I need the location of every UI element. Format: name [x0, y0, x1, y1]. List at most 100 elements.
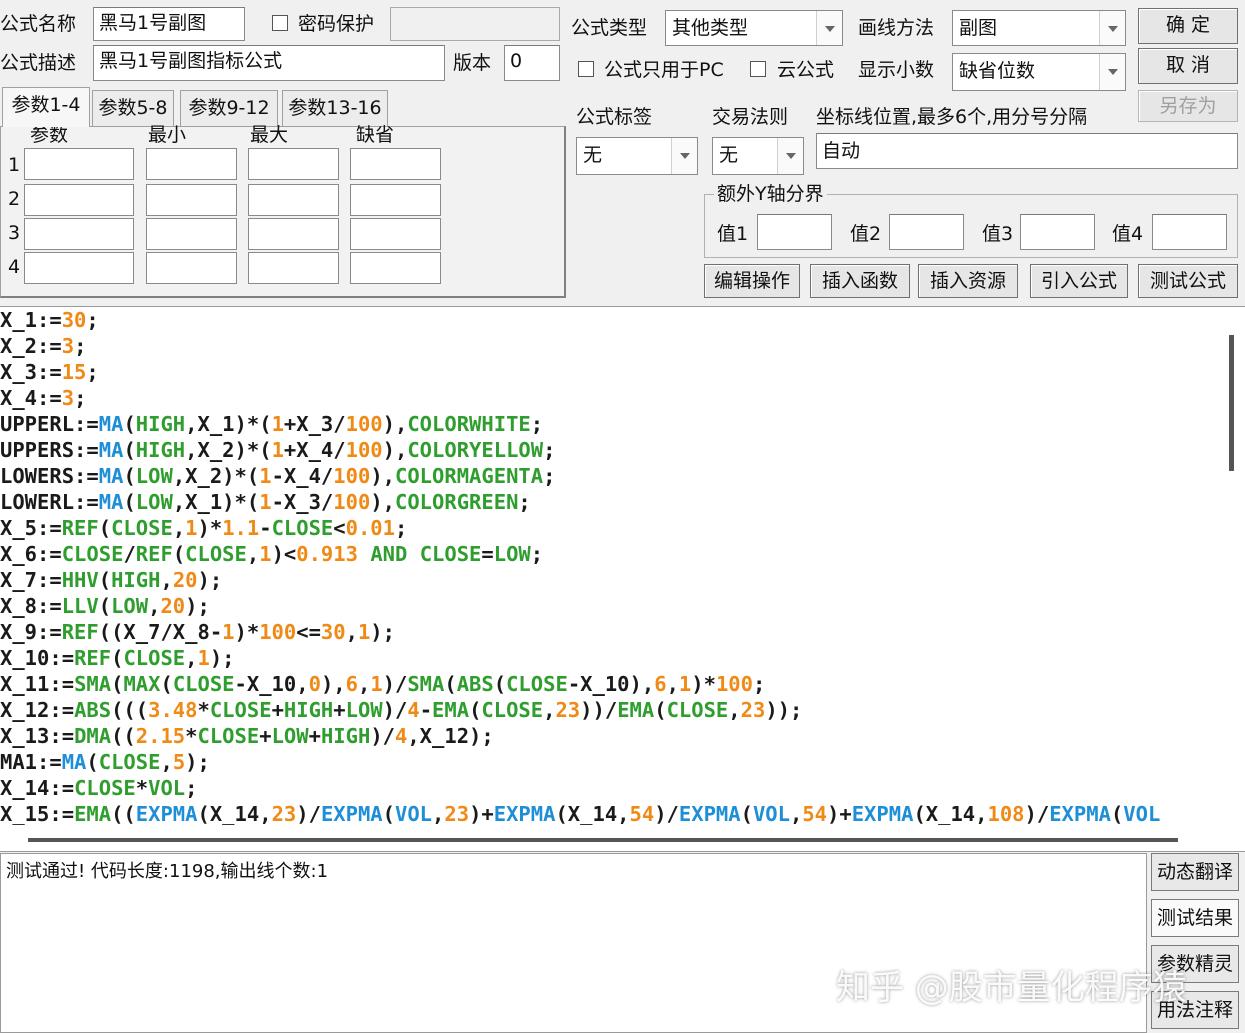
- cloud-label: 云公式: [777, 59, 835, 81]
- formula-desc-input[interactable]: 黑马1号副图指标公式: [93, 45, 445, 81]
- tab-params-13-16[interactable]: 参数13-16: [282, 90, 388, 126]
- draw-method-select[interactable]: 副图: [952, 10, 1126, 46]
- y-value-1-input[interactable]: [757, 214, 832, 250]
- param-header-default: 缺省: [356, 124, 395, 146]
- y-value-2-input[interactable]: [889, 214, 964, 250]
- y-value-4-label: 值4: [1112, 223, 1144, 245]
- code-line: X_7:=HHV(HIGH,20);: [0, 568, 223, 592]
- formula-type-select[interactable]: 其他类型: [665, 10, 843, 46]
- y-value-1-label: 值1: [717, 223, 749, 245]
- param-row-label: 4: [8, 256, 21, 278]
- extra-y-axis-label: 额外Y轴分界: [714, 181, 827, 207]
- cloud-checkbox[interactable]: [750, 61, 766, 77]
- usage-notes-button[interactable]: 用法注释: [1151, 991, 1239, 1029]
- y-value-3-label: 值3: [982, 223, 1014, 245]
- code-line: X_2:=3;: [0, 334, 87, 358]
- cancel-button[interactable]: 取 消: [1138, 48, 1238, 84]
- vertical-scrollbar[interactable]: [1219, 307, 1245, 827]
- tab-params-9-12[interactable]: 参数9-12: [180, 90, 278, 126]
- param-1-min-input[interactable]: [146, 148, 237, 180]
- code-line: LOWERS:=MA(LOW,X_2)*(1-X_4/100),COLORMAG…: [0, 464, 556, 488]
- param-1-name-input[interactable]: [24, 148, 134, 180]
- version-label: 版本: [453, 52, 492, 74]
- param-header-max: 最大: [250, 124, 289, 146]
- y-value-3-input[interactable]: [1020, 214, 1095, 250]
- draw-method-label: 画线方法: [858, 17, 935, 39]
- code-line: X_3:=15;: [0, 360, 99, 384]
- param-row-label: 1: [8, 154, 21, 176]
- horizontal-scrollbar[interactable]: [0, 825, 1219, 851]
- formula-tag-select[interactable]: 无: [576, 137, 698, 175]
- insert-resource-button[interactable]: 插入资源: [918, 264, 1018, 298]
- test-formula-button[interactable]: 测试公式: [1138, 264, 1238, 298]
- chevron-down-icon: [671, 138, 697, 174]
- param-3-max-input[interactable]: [248, 218, 339, 250]
- code-line: X_1:=30;: [0, 308, 99, 332]
- code-line: MA1:=MA(CLOSE,5);: [0, 750, 210, 774]
- draw-method-value: 副图: [959, 17, 998, 39]
- edit-operation-button[interactable]: 编辑操作: [704, 264, 800, 298]
- code-line: X_12:=ABS(((3.48*CLOSE+HIGH+LOW)/4-EMA(C…: [0, 698, 803, 722]
- code-line: X_5:=REF(CLOSE,1)*1.1-CLOSE<0.01;: [0, 516, 408, 540]
- param-2-min-input[interactable]: [146, 184, 237, 216]
- param-3-default-input[interactable]: [350, 218, 441, 250]
- axis-lines-label: 坐标线位置,最多6个,用分号分隔: [816, 106, 1088, 128]
- code-line: X_9:=REF((X_7/X_8-1)*100<=30,1);: [0, 620, 395, 644]
- password-input[interactable]: [390, 7, 560, 41]
- code-line: X_10:=REF(CLOSE,1);: [0, 646, 235, 670]
- formula-type-label: 公式类型: [571, 17, 648, 39]
- param-3-min-input[interactable]: [146, 218, 237, 250]
- param-4-max-input[interactable]: [248, 252, 339, 284]
- param-header-min: 最小: [148, 124, 187, 146]
- insert-function-button[interactable]: 插入函数: [810, 264, 910, 298]
- param-4-default-input[interactable]: [350, 252, 441, 284]
- pc-only-checkbox[interactable]: [578, 61, 594, 77]
- code-line: X_11:=SMA(MAX(CLOSE-X_10,0),6,1)/SMA(ABS…: [0, 672, 766, 696]
- code-line: LOWERL:=MA(LOW,X_1)*(1-X_3/100),COLORGRE…: [0, 490, 531, 514]
- tab-params-5-8[interactable]: 参数5-8: [92, 90, 174, 126]
- tab-params-1-4[interactable]: 参数1-4: [2, 87, 90, 127]
- test-result-text: 测试通过! 代码长度:1198,输出线个数:1: [6, 861, 329, 882]
- y-value-4-input[interactable]: [1152, 214, 1227, 250]
- chevron-down-icon: [777, 138, 803, 174]
- param-row-label: 2: [8, 188, 21, 210]
- param-2-name-input[interactable]: [24, 184, 134, 216]
- trade-rule-value: 无: [719, 144, 739, 166]
- dynamic-translate-button[interactable]: 动态翻译: [1151, 853, 1239, 891]
- scroll-thumb[interactable]: [28, 838, 1178, 842]
- scroll-thumb[interactable]: [1229, 335, 1234, 471]
- param-2-max-input[interactable]: [248, 184, 339, 216]
- param-1-default-input[interactable]: [350, 148, 441, 180]
- chevron-down-icon: [816, 11, 842, 45]
- code-line: X_6:=CLOSE/REF(CLOSE,1)<0.913 AND CLOSE=…: [0, 542, 544, 566]
- code-text: X_1:=30; X_2:=3; X_3:=15; X_4:=3; UPPERL:=MA…: [0, 307, 1160, 827]
- formula-desc-label: 公式描述: [0, 52, 77, 74]
- param-row-label: 3: [8, 222, 21, 244]
- y-value-2-label: 值2: [850, 223, 882, 245]
- password-label: 密码保护: [298, 13, 375, 35]
- param-4-min-input[interactable]: [146, 252, 237, 284]
- code-line: X_4:=3;: [0, 386, 87, 410]
- version-input[interactable]: 0: [504, 45, 560, 81]
- code-line: X_15:=EMA((EXPMA(X_14,23)/EXPMA(VOL,23)+…: [0, 802, 1161, 826]
- decimals-label: 显示小数: [858, 59, 935, 81]
- trade-rule-select[interactable]: 无: [712, 137, 804, 175]
- param-4-name-input[interactable]: [24, 252, 134, 284]
- decimals-value: 缺省位数: [959, 60, 1036, 82]
- decimals-select[interactable]: 缺省位数: [952, 53, 1126, 91]
- axis-lines-input[interactable]: 自动: [816, 133, 1238, 169]
- password-checkbox[interactable]: [272, 15, 288, 31]
- import-formula-button[interactable]: 引入公式: [1030, 264, 1128, 298]
- test-result-panel[interactable]: 测试通过! 代码长度:1198,输出线个数:1: [0, 853, 1147, 1033]
- param-wizard-button[interactable]: 参数精灵: [1151, 945, 1239, 983]
- save-as-button[interactable]: 另存为: [1138, 90, 1238, 122]
- param-2-default-input[interactable]: [350, 184, 441, 216]
- param-3-name-input[interactable]: [24, 218, 134, 250]
- param-1-max-input[interactable]: [248, 148, 339, 180]
- formula-name-input[interactable]: 黑马1号副图: [93, 7, 245, 41]
- pc-only-label: 公式只用于PC: [604, 59, 724, 81]
- test-result-button[interactable]: 测试结果: [1151, 899, 1239, 937]
- ok-button[interactable]: 确 定: [1138, 8, 1238, 44]
- code-line: X_13:=DMA((2.15*CLOSE+LOW+HIGH)/4,X_12);: [0, 724, 494, 748]
- code-editor[interactable]: X_1:=30; X_2:=3; X_3:=15; X_4:=3; UPPERL:=MA…: [0, 306, 1245, 852]
